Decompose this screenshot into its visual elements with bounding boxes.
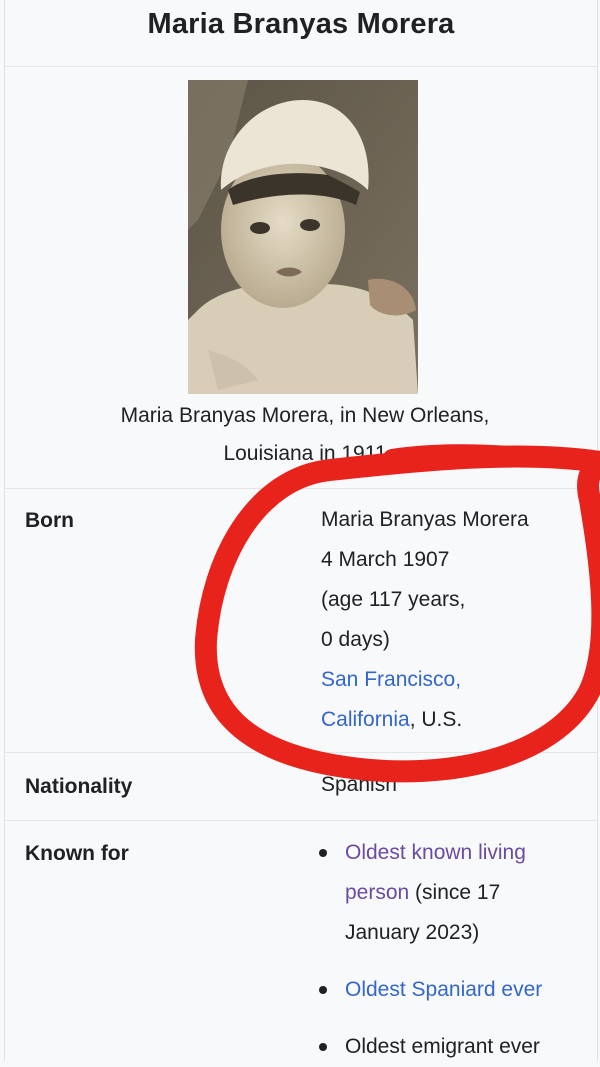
known-for-item-text: (since 17 — [409, 881, 501, 904]
infobox-title: Maria Branyas Morera — [147, 8, 455, 40]
infobox: Maria Branyas Morera Maria Branyas Morer… — [4, 0, 598, 1061]
known-for-item-text2: January 2023) — [345, 921, 480, 944]
birthplace-line2: California, U.S. — [321, 700, 462, 740]
divider — [5, 752, 597, 753]
oldest-spaniard-link[interactable]: Oldest Spaniard ever — [345, 978, 542, 1001]
birthplace-link-california[interactable]: California — [321, 708, 410, 731]
oldest-emigrant-text: Oldest emigrant ever — [345, 1035, 540, 1058]
born-age-line1: (age 117 years, — [321, 588, 466, 611]
bullet-icon — [319, 849, 327, 857]
born-age-line2: 0 days) — [321, 628, 390, 651]
oldest-living-person-link-cont[interactable]: person — [345, 881, 409, 904]
nationality-value: Spanish — [321, 773, 397, 796]
birthplace-suffix: , U.S. — [409, 708, 463, 731]
known-for-list: Oldest known living person (since 17 Jan… — [315, 833, 595, 1067]
photo-caption-line1: Maria Branyas Morera, in New Orleans, — [120, 404, 490, 427]
list-item: Oldest Spaniard ever — [315, 970, 595, 1010]
bullet-icon — [319, 1043, 327, 1051]
divider — [5, 488, 597, 489]
bullet-icon — [319, 986, 327, 994]
born-label: Born — [25, 509, 74, 532]
portrait-photo[interactable] — [188, 80, 418, 394]
divider — [5, 66, 597, 67]
known-for-label: Known for — [25, 842, 129, 865]
born-date: 4 March 1907 — [321, 548, 450, 571]
birthplace-link-san-francisco[interactable]: San Francisco, — [321, 660, 461, 700]
divider — [5, 820, 597, 821]
list-item: Oldest emigrant ever — [315, 1027, 595, 1067]
nationality-label: Nationality — [25, 775, 133, 798]
born-name: Maria Branyas Morera — [321, 508, 529, 531]
oldest-living-person-link[interactable]: Oldest known living — [345, 841, 526, 864]
photo-caption-line2: Louisiana in 1911 — [223, 442, 387, 465]
list-item: Oldest known living person (since 17 Jan… — [315, 833, 595, 953]
